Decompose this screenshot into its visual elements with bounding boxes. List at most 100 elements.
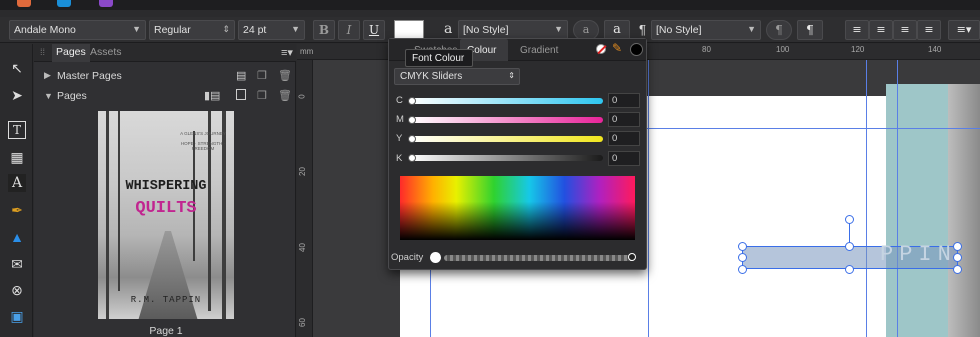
opacity-slider-knob[interactable] [628, 253, 636, 261]
cyan-slider-knob[interactable] [408, 97, 416, 105]
align-left-button[interactable]: ≡ [845, 20, 869, 40]
disclosure-right-icon[interactable]: ▶ [44, 70, 51, 81]
slider-label-k: K [396, 153, 403, 164]
master-pages-label[interactable]: Master Pages [57, 70, 122, 82]
paragraph-style-dropdown[interactable]: [No Style] ▼ [651, 20, 761, 40]
ellipse-frame-tool-icon[interactable]: ⊗ [8, 281, 26, 299]
char-style-button[interactable]: a [573, 20, 599, 40]
artistic-text-tool-icon[interactable]: A [8, 174, 26, 192]
yellow-slider[interactable] [410, 136, 603, 142]
font-size-dropdown[interactable]: 24 pt ▼ [238, 20, 305, 40]
node-tool-icon[interactable]: ➤ [8, 86, 26, 104]
resize-handle[interactable] [953, 265, 962, 274]
align-right-button[interactable]: ≡ [893, 20, 917, 40]
black-slider[interactable] [410, 155, 603, 161]
resize-handle[interactable] [845, 242, 854, 251]
para-style-apply-button[interactable]: ¶ [797, 20, 823, 40]
opacity-start-swatch [430, 252, 441, 263]
magenta-value-field[interactable]: 0 [608, 112, 640, 127]
bleed-area [886, 84, 948, 337]
font-style-dropdown[interactable]: Regular ⇕ [149, 20, 235, 40]
font-colour-tooltip: Font Colour [405, 49, 473, 67]
justify-button[interactable]: ≡ [917, 20, 941, 40]
char-style-apply-button[interactable]: a [604, 20, 630, 40]
resize-handle[interactable] [845, 265, 854, 274]
paragraph-style-icon: ¶ [639, 22, 646, 37]
yellow-slider-knob[interactable] [408, 135, 416, 143]
rotation-handle[interactable] [845, 215, 854, 224]
cyan-value-field[interactable]: 0 [608, 93, 640, 108]
font-colour-swatch[interactable] [394, 20, 424, 39]
canvas-text-fragment: PPIN [880, 242, 957, 267]
magenta-slider[interactable] [410, 117, 603, 123]
pen-tool-icon[interactable]: ✒ [8, 201, 26, 219]
vertical-ruler[interactable] [297, 60, 313, 337]
underline-button[interactable]: U [363, 20, 385, 40]
road-image [138, 231, 198, 319]
add-page-icon[interactable] [236, 89, 246, 100]
resize-handle[interactable] [738, 253, 747, 262]
paragraph-style-value: [No Style] [656, 24, 702, 36]
ruler-tick-label: 60 [297, 318, 307, 327]
grip-icon[interactable]: ⁞⁞ [40, 47, 45, 57]
page-spread-icon[interactable]: ▮▤ [204, 89, 220, 102]
place-image-tool-icon[interactable]: ▣ [8, 307, 26, 325]
page-thumbnail[interactable]: A GLENS'S JOURNEY HOPE · STRENGTH · FREE… [98, 111, 234, 319]
ruler-tick-label: 40 [297, 243, 307, 252]
pages-label[interactable]: Pages [57, 90, 87, 102]
resize-handle[interactable] [738, 242, 747, 251]
colour-picker-icon[interactable]: ✎ [612, 41, 622, 55]
font-family-dropdown[interactable]: Andale Mono ▼ [9, 20, 146, 40]
text-frame-tool-icon[interactable]: T [8, 121, 26, 139]
italic-button[interactable]: I [338, 20, 360, 40]
font-style-value: Regular [154, 24, 191, 36]
title-bar [0, 0, 980, 10]
table-tool-icon[interactable]: ▦ [8, 148, 26, 166]
character-style-dropdown[interactable]: [No Style] ▼ [458, 20, 568, 40]
column-guide [897, 60, 898, 337]
tab-gradient[interactable]: Gradient [520, 45, 558, 56]
app-icon-designer[interactable] [17, 0, 31, 7]
chevron-updown-icon: ⇕ [508, 71, 515, 80]
move-tool-icon[interactable]: ↖ [8, 59, 26, 77]
align-center-button[interactable]: ≡ [869, 20, 893, 40]
slider-label-m: M [396, 114, 404, 125]
picture-frame-tool-icon[interactable]: ✉ [8, 255, 26, 273]
magenta-slider-knob[interactable] [408, 116, 416, 124]
duplicate-page-icon[interactable]: ❐ [257, 89, 267, 102]
opacity-slider[interactable] [444, 255, 634, 261]
black-slider-knob[interactable] [408, 154, 416, 162]
font-family-value: Andale Mono [14, 24, 76, 36]
chevron-down-icon: ▼ [747, 24, 756, 34]
app-icon-publisher[interactable] [99, 0, 113, 7]
align-options-button[interactable]: ≡▾ [948, 20, 980, 40]
resize-handle[interactable] [953, 253, 962, 262]
colour-spectrum[interactable] [400, 176, 635, 240]
colour-model-dropdown[interactable]: CMYK Sliders ⇕ [394, 68, 520, 85]
bold-button[interactable]: B [313, 20, 335, 40]
para-style-button[interactable]: ¶ [766, 20, 792, 40]
resize-handle[interactable] [953, 242, 962, 251]
disclosure-down-icon[interactable]: ▼ [44, 91, 53, 101]
black-value-field[interactable]: 0 [608, 151, 640, 166]
no-fill-icon[interactable] [596, 44, 607, 54]
panel-menu-icon[interactable]: ≡▾ [281, 46, 293, 59]
duplicate-page-icon[interactable]: ❐ [257, 69, 267, 82]
tab-assets[interactable]: Assets [90, 46, 122, 58]
shape-tool-icon[interactable]: ▲ [8, 228, 26, 246]
delete-page-icon[interactable]: 🗑 [278, 69, 292, 82]
yellow-value-field[interactable]: 0 [608, 131, 640, 146]
cover-title-line1: WHISPERING [125, 179, 207, 194]
resize-handle[interactable] [738, 265, 747, 274]
ruler-tick-label: 140 [928, 45, 942, 54]
opacity-label: Opacity [391, 252, 424, 263]
delete-page-icon[interactable]: 🗑 [278, 89, 292, 102]
ruler-tick-label: 100 [776, 45, 790, 54]
tab-pages[interactable]: Pages [52, 44, 90, 62]
cover-tagline: A GLENS'S JOURNEY [180, 131, 226, 136]
current-colour-swatch[interactable] [630, 43, 643, 56]
cyan-slider[interactable] [410, 98, 603, 104]
app-icon-photo[interactable] [57, 0, 71, 7]
chevron-down-icon: ▼ [291, 24, 300, 34]
page-options-icon[interactable]: ▤ [236, 69, 246, 82]
